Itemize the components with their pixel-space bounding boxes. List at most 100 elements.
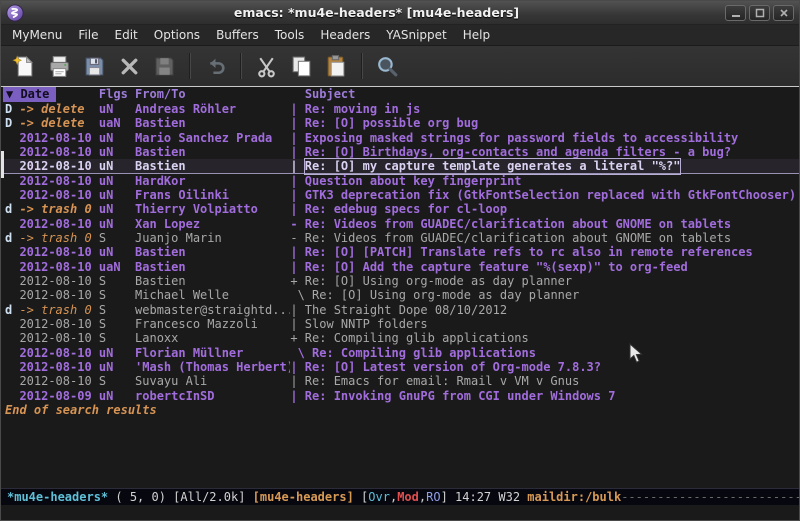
mark-char [5, 360, 19, 374]
save-as-button[interactable] [147, 50, 182, 82]
flags-cell: uaN [99, 116, 135, 130]
mark-char [5, 317, 19, 331]
message-row[interactable]: 2012-08-10 S Michael Welle \ Re: [O] Usi… [1, 288, 799, 302]
message-row[interactable]: 2012-08-10 uN 'Mash (Thomas Herbert) | R… [1, 360, 799, 374]
mark-char [5, 346, 19, 360]
date-cell: 2012-08-10 [19, 331, 98, 345]
close-buffer-button[interactable] [112, 50, 147, 82]
menu-tools[interactable]: Tools [267, 25, 313, 45]
menu-file[interactable]: File [70, 25, 106, 45]
menu-buffers[interactable]: Buffers [208, 25, 267, 45]
subject-cell: Re: [O] Using org-mode as day planner [305, 274, 572, 288]
message-row[interactable]: 2012-08-10 uN Frans Oilinki | GTK3 depre… [1, 188, 799, 202]
modeline-segment: 14:27 W32 [455, 490, 527, 504]
subject-cell: Re: edebug specs for cl-loop [305, 202, 507, 216]
header-line: ▼ Date Flgs From/To Subject [1, 87, 799, 102]
message-row[interactable]: 2012-08-10 uN HardKor | Question about k… [1, 174, 799, 188]
subject-cell: Slow NNTP folders [305, 317, 428, 331]
maximize-button[interactable] [749, 5, 770, 21]
close-button[interactable] [773, 5, 794, 21]
modeline-segment: ----------------------------------------… [621, 490, 799, 504]
mark-char [5, 188, 19, 202]
close-buffer-icon [117, 54, 142, 79]
header-subject[interactable]: Subject [305, 87, 356, 102]
menu-options[interactable]: Options [146, 25, 208, 45]
date-cell: 2012-08-10 [19, 346, 98, 360]
print-icon [47, 54, 72, 79]
menu-headers[interactable]: Headers [312, 25, 378, 45]
message-row[interactable]: 2012-08-10 uN Bastien | Re: [O] my captu… [1, 159, 799, 173]
date-cell: -> trash 0 [19, 303, 98, 317]
subject-cell: Re: [O] Using org-mode as day planner [312, 288, 579, 302]
titlebar[interactable]: emacs: *mu4e-headers* [mu4e-headers] [1, 1, 799, 25]
menu-mymenu[interactable]: MyMenu [4, 25, 70, 45]
mark-char [5, 374, 19, 388]
from-cell: Lanoxx [135, 331, 290, 345]
header-sort-date[interactable]: ▼ Date [3, 87, 56, 102]
toolbar [1, 46, 799, 87]
undo-button[interactable] [198, 50, 233, 82]
cut-button[interactable] [249, 50, 284, 82]
thread-prefix: - [290, 231, 304, 245]
subject-cell: Re: [O] Birthdays, org-contacts and agen… [305, 145, 731, 159]
thread-prefix: | [290, 174, 304, 188]
thread-prefix: | [290, 159, 304, 173]
subject-cell: GTK3 deprecation fix (GtkFontSelection r… [305, 188, 796, 202]
header-from[interactable]: From/To [135, 87, 186, 102]
flags-cell: uN [99, 346, 135, 360]
echo-area[interactable] [1, 505, 799, 520]
new-file-button[interactable] [7, 50, 42, 82]
from-cell: Bastien [135, 145, 290, 159]
message-row[interactable]: d -> trash 0 S Juanjo Marin - Re: Videos… [1, 231, 799, 245]
minimize-button[interactable] [725, 5, 746, 21]
message-row[interactable]: 2012-08-10 uN Florian Müllner \ Re: Comp… [1, 346, 799, 360]
flags-cell: S [99, 317, 135, 331]
from-cell: 'Mash (Thomas Herbert) [135, 360, 290, 374]
scrollbar-thumb[interactable] [1, 151, 4, 178]
save-as-icon [152, 54, 177, 79]
date-cell: 2012-08-10 [19, 188, 98, 202]
message-row[interactable]: d -> trash 0 uN Thierry Volpiatto | Re: … [1, 202, 799, 216]
message-row[interactable]: 2012-08-10 S Bastien + Re: [O] Using org… [1, 274, 799, 288]
mark-char: d [5, 231, 19, 245]
flags-cell: uN [99, 360, 135, 374]
menu-edit[interactable]: Edit [107, 25, 146, 45]
mark-char [5, 331, 19, 345]
message-row[interactable]: 2012-08-10 S Francesco Mazzoli | Slow NN… [1, 317, 799, 331]
thread-prefix: | [290, 303, 304, 317]
message-row[interactable]: D -> delete uN Andreas Röhler | Re: movi… [1, 102, 799, 116]
message-row[interactable]: 2012-08-10 uN Bastien | Re: [O] [PATCH] … [1, 245, 799, 259]
copy-button[interactable] [284, 50, 319, 82]
message-row[interactable]: 2012-08-10 uN Xan Lopez - Re: Videos fro… [1, 217, 799, 231]
date-cell: 2012-08-10 [19, 360, 98, 374]
menu-help[interactable]: Help [455, 25, 498, 45]
mark-char [5, 389, 19, 403]
modeline-segment: [mu4e-headers] [253, 490, 354, 504]
message-row[interactable]: 2012-08-10 uN Mario Sanchez Prada | Expo… [1, 131, 799, 145]
header-flgs[interactable]: Flgs [99, 87, 128, 102]
message-row[interactable]: 2012-08-10 S Lanoxx + Re: Compiling glib… [1, 331, 799, 345]
subject-cell: Re: [O] Latest version of Org-mode 7.8.3… [305, 360, 601, 374]
flags-cell: uN [99, 131, 135, 145]
message-row[interactable]: D -> delete uaN Bastien | Re: [O] possib… [1, 116, 799, 130]
message-row[interactable]: d -> trash 0 S webmaster@straightd... | … [1, 303, 799, 317]
search-button[interactable] [370, 50, 405, 82]
thread-prefix: \ [290, 346, 312, 360]
menu-yasnippet[interactable]: YASnippet [378, 25, 455, 45]
mark-char [5, 260, 19, 274]
thread-prefix: | [290, 374, 304, 388]
flags-cell: uN [99, 245, 135, 259]
message-row[interactable]: 2012-08-10 uN Bastien | Re: [O] Birthday… [1, 145, 799, 159]
flags-cell: S [99, 303, 135, 317]
headers-buffer[interactable]: ▼ Date Flgs From/To Subject D -> delete … [1, 87, 799, 488]
date-cell: 2012-08-10 [19, 245, 98, 259]
subject-cell: Question about key fingerprint [305, 174, 522, 188]
save-button[interactable] [77, 50, 112, 82]
paste-button[interactable] [319, 50, 354, 82]
thread-prefix: | [290, 145, 304, 159]
print-button[interactable] [42, 50, 77, 82]
message-row[interactable]: 2012-08-10 S Suvayu Ali | Re: Emacs for … [1, 374, 799, 388]
message-row[interactable]: 2012-08-10 uaN Bastien | Re: [O] Add the… [1, 260, 799, 274]
subject-cell: Re: Invoking GnuPG from CGI under Window… [305, 389, 616, 403]
message-row[interactable]: 2012-08-09 uN robertcInSD | Re: Invoking… [1, 389, 799, 403]
